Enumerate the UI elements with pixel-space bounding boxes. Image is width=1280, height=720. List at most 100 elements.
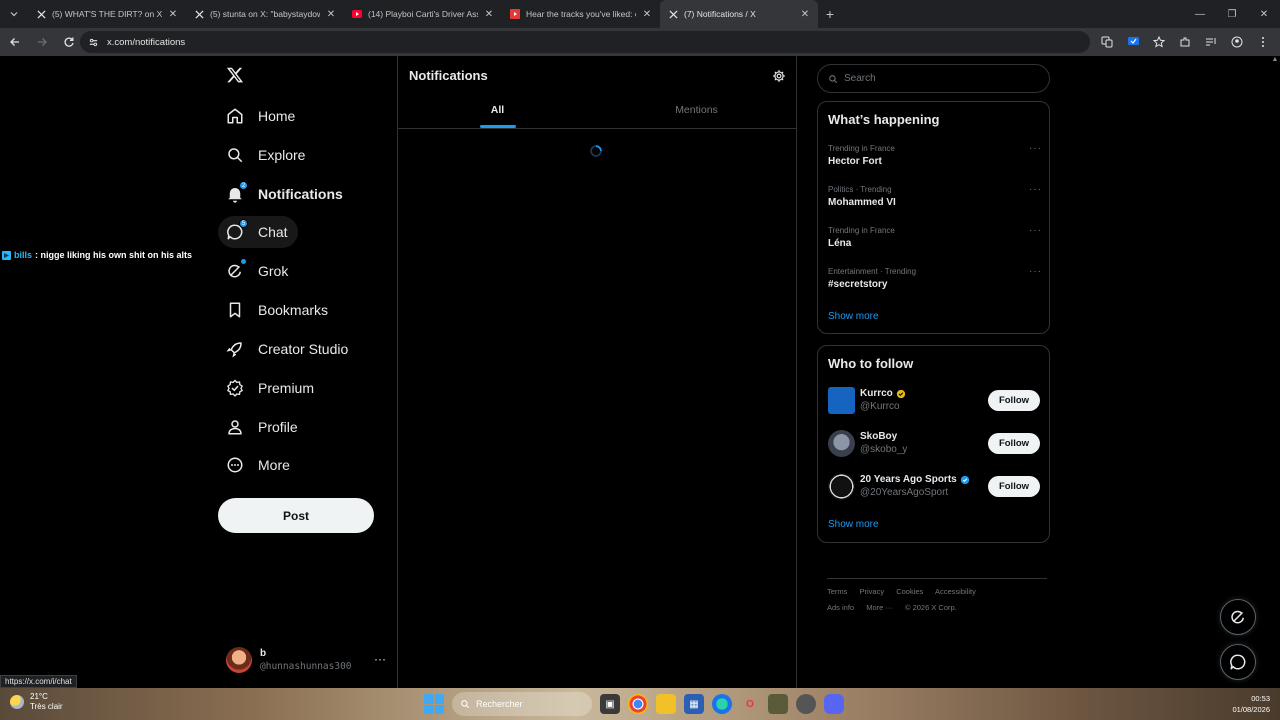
browser-tab[interactable]: (5) stunta on X: "babystaydown ✕ <box>186 0 344 28</box>
tab-mentions[interactable]: Mentions <box>597 92 796 128</box>
x-logo-icon[interactable] <box>226 66 244 84</box>
sidebar-item-label: Profile <box>258 419 298 435</box>
taskbar-search[interactable]: Rechercher <box>452 692 592 716</box>
browser-menu-icon[interactable] <box>1252 30 1274 54</box>
avatar <box>828 429 855 457</box>
sidebar-item-chat[interactable]: 5 Chat <box>218 216 298 248</box>
browser-tab[interactable]: (14) Playboi Carti's Driver Assa ✕ <box>344 0 502 28</box>
file-explorer-icon[interactable] <box>656 694 676 714</box>
grok-fab-button[interactable] <box>1220 599 1256 635</box>
footer-link-more[interactable]: More ··· <box>866 603 893 612</box>
trend-item[interactable]: Trending in France Léna ··· <box>828 225 1041 249</box>
trend-item[interactable]: Entertainment · Trending #secretstory ··… <box>828 266 1041 290</box>
show-more-link[interactable]: Show more <box>828 311 879 322</box>
sidebar-item-notifications[interactable]: 2 Notifications <box>218 178 353 210</box>
weather-widget[interactable]: 21°C Très clair <box>10 692 63 712</box>
follow-suggestion[interactable]: Kurrco @Kurrco Follow <box>828 386 1040 414</box>
footer-link-accessibility[interactable]: Accessibility <box>935 587 976 596</box>
close-tab-icon[interactable]: ✕ <box>168 9 178 20</box>
chrome-icon[interactable] <box>628 694 648 714</box>
windows-start-icon[interactable] <box>424 694 444 714</box>
extensions-icon[interactable] <box>1174 30 1196 54</box>
weather-icon <box>10 695 24 709</box>
follow-suggestion[interactable]: 20 Years Ago Sports @20YearsAgoSport Fol… <box>828 472 1040 500</box>
new-tab-button[interactable]: + <box>818 2 842 26</box>
account-switcher[interactable]: b @hunnashunnas300 ··· <box>226 642 386 678</box>
address-bar[interactable]: x.com/notifications <box>80 31 1090 53</box>
back-button[interactable] <box>3 30 27 54</box>
page-scrollbar[interactable]: ▲ <box>1270 56 1280 688</box>
trend-more-icon[interactable]: ··· <box>1029 143 1042 154</box>
sidebar-item-label: Premium <box>258 380 315 396</box>
profile-icon[interactable] <box>1226 30 1248 54</box>
browser-tab-active[interactable]: (7) Notifications / X ✕ <box>660 0 818 28</box>
translate-icon[interactable] <box>1096 30 1118 54</box>
trend-more-icon[interactable]: ··· <box>1029 225 1042 236</box>
browser-tab[interactable]: (5) WHAT'S THE DIRT? on X: "Th ✕ <box>28 0 186 28</box>
reload-button[interactable] <box>57 30 81 54</box>
sidebar-item-label: Explore <box>258 147 306 163</box>
search-input[interactable] <box>844 73 1024 84</box>
footer-link-terms[interactable]: Terms <box>827 587 847 596</box>
follow-button[interactable]: Follow <box>988 432 1040 454</box>
app-icon[interactable] <box>768 694 788 714</box>
footer-link-cookies[interactable]: Cookies <box>896 587 923 596</box>
sidebar-item-label: Chat <box>258 224 288 240</box>
tab-search-button[interactable] <box>0 0 28 28</box>
trend-item[interactable]: Politics · Trending Mohammed VI ··· <box>828 184 1041 208</box>
clock-time: 00:53 <box>1251 694 1270 703</box>
post-button[interactable]: Post <box>218 498 374 533</box>
suggestion-name: SkoBoy <box>860 431 898 442</box>
follow-button[interactable]: Follow <box>988 475 1040 497</box>
chevron-down-icon <box>10 12 18 17</box>
trend-item[interactable]: Trending in France Hector Fort ··· <box>828 143 1041 167</box>
footer-link-ads-info[interactable]: Ads info <box>827 603 854 612</box>
microsoft-store-icon[interactable]: ▦ <box>684 694 704 714</box>
sidebar-item-more[interactable]: More <box>218 449 300 481</box>
weather-condition: Très clair <box>30 702 63 711</box>
opera-icon[interactable]: O <box>740 694 760 714</box>
media-controls-icon[interactable] <box>1200 30 1222 54</box>
close-tab-icon[interactable]: ✕ <box>326 9 336 20</box>
sidebar-item-label: Bookmarks <box>258 302 329 318</box>
sidebar-item-premium[interactable]: Premium <box>218 372 324 404</box>
sidebar-item-grok[interactable]: Grok <box>218 255 298 287</box>
show-more-link[interactable]: Show more <box>828 519 879 530</box>
browser-tab-title: (14) Playboi Carti's Driver Assa <box>368 9 478 19</box>
trend-more-icon[interactable]: ··· <box>1029 266 1042 277</box>
scroll-up-icon[interactable]: ▲ <box>1270 56 1280 63</box>
site-info-icon[interactable] <box>88 37 99 48</box>
search-box[interactable] <box>817 64 1050 93</box>
minimize-icon[interactable]: — <box>1184 0 1216 28</box>
cast-icon[interactable] <box>1122 30 1144 54</box>
maximize-icon[interactable]: ❐ <box>1216 0 1248 28</box>
browser-tab-title: Hear the tracks you've liked: on <box>526 9 636 19</box>
chat-fab-button[interactable] <box>1220 644 1256 680</box>
close-tab-icon[interactable]: ✕ <box>484 9 494 20</box>
follow-button[interactable]: Follow <box>988 389 1040 411</box>
bookmark-star-icon[interactable] <box>1148 30 1170 54</box>
system-clock[interactable]: 00:53 01/08/2026 <box>1232 693 1270 715</box>
discord-icon[interactable] <box>824 694 844 714</box>
clock-date: 01/08/2026 <box>1232 705 1270 714</box>
sidebar-item-profile[interactable]: Profile <box>218 411 308 443</box>
sidebar-item-creator-studio[interactable]: Creator Studio <box>218 333 358 365</box>
forward-button[interactable] <box>30 30 54 54</box>
edge-icon[interactable] <box>712 694 732 714</box>
browser-tab[interactable]: Hear the tracks you've liked: on ✕ <box>502 0 660 28</box>
trend-more-icon[interactable]: ··· <box>1029 184 1042 195</box>
footer-link-privacy[interactable]: Privacy <box>860 587 885 596</box>
close-tab-icon[interactable]: ✕ <box>642 9 652 20</box>
steam-icon[interactable] <box>796 694 816 714</box>
close-window-icon[interactable]: ✕ <box>1248 0 1280 28</box>
account-more-icon[interactable]: ··· <box>374 652 386 666</box>
follow-suggestion[interactable]: SkoBoy @skobo_y Follow <box>828 429 1040 457</box>
sidebar-item-explore[interactable]: Explore <box>218 139 315 171</box>
tab-all[interactable]: All <box>398 92 597 128</box>
task-view-icon[interactable]: ▣ <box>600 694 620 714</box>
sidebar-item-home[interactable]: Home <box>218 100 305 132</box>
overlay-username: bills <box>14 250 33 260</box>
settings-gear-icon[interactable] <box>772 69 786 83</box>
close-tab-icon[interactable]: ✕ <box>800 9 810 20</box>
sidebar-item-bookmarks[interactable]: Bookmarks <box>218 294 338 326</box>
